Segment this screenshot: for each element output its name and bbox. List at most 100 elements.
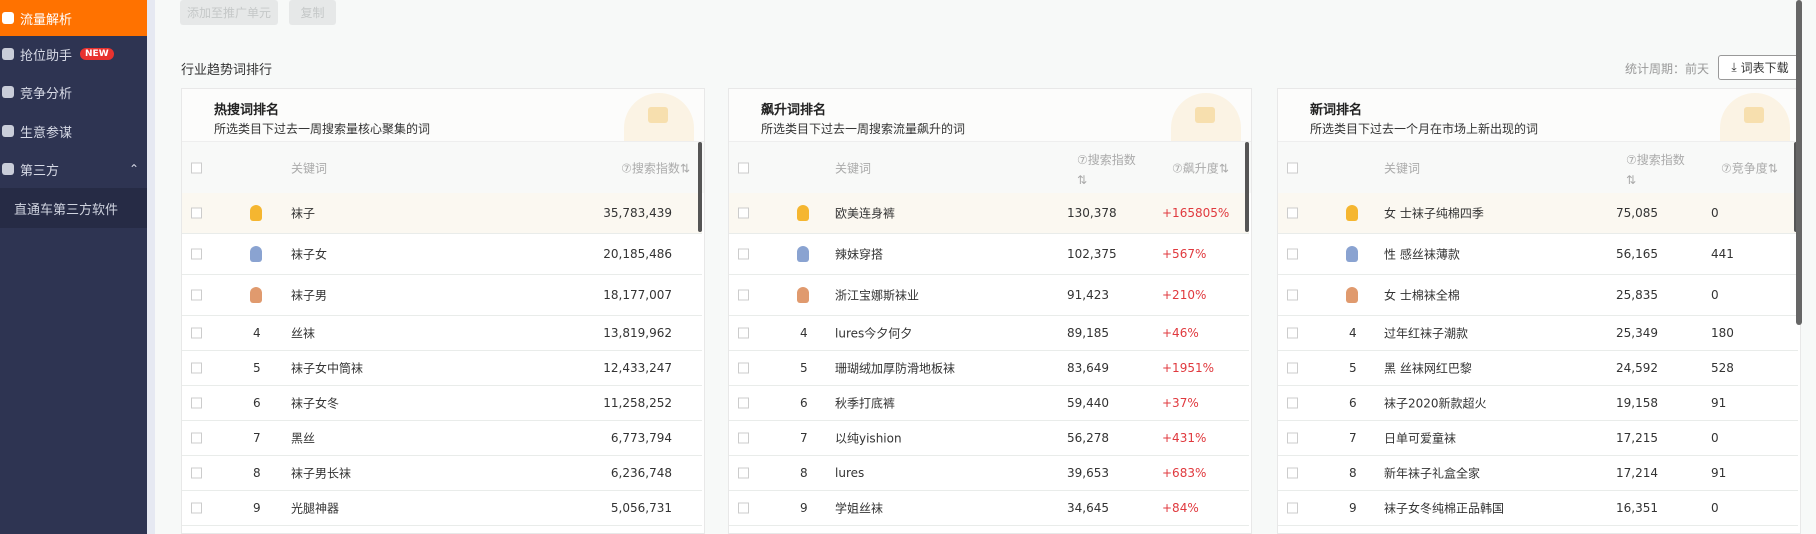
table-row[interactable]: 8 lures 39,653 +683% bbox=[729, 456, 1249, 491]
row-checkbox[interactable] bbox=[738, 432, 749, 444]
row-checkbox[interactable] bbox=[191, 467, 202, 479]
sidebar-item-traffic[interactable]: 流量解析 bbox=[0, 0, 147, 36]
row-checkbox[interactable] bbox=[1287, 502, 1298, 514]
row-checkbox[interactable] bbox=[191, 207, 202, 219]
keyword[interactable]: lures今夕何夕 bbox=[835, 325, 912, 342]
row-checkbox[interactable] bbox=[191, 432, 202, 444]
sidebar-subitem-third-party-software[interactable]: 直通车第三方软件 bbox=[0, 188, 147, 228]
keyword[interactable]: 辣妹穿搭 bbox=[835, 246, 883, 263]
table-row[interactable]: 4 过年红袜子潮款 25,349 180 bbox=[1278, 316, 1798, 351]
row-checkbox[interactable] bbox=[1287, 248, 1298, 260]
keyword[interactable]: 欧美连身裤 bbox=[835, 205, 895, 222]
page-scrollbar[interactable] bbox=[1796, 0, 1802, 325]
row-checkbox[interactable] bbox=[1287, 327, 1298, 339]
select-all-checkbox[interactable] bbox=[191, 162, 202, 173]
table-row[interactable]: 4 丝袜 13,819,962 bbox=[182, 316, 702, 351]
row-checkbox[interactable] bbox=[738, 502, 749, 514]
sidebar-item-business[interactable]: 生意参谋 bbox=[0, 113, 147, 149]
table-row[interactable]: 6 袜子女冬 11,258,252 bbox=[182, 386, 702, 421]
keyword[interactable]: 袜子女冬纯棉正品韩国 bbox=[1384, 500, 1504, 517]
keyword[interactable]: 新年袜子礼盒全家 bbox=[1384, 465, 1480, 482]
keyword[interactable]: 袜子女中筒袜 bbox=[291, 360, 363, 377]
add-to-unit-button[interactable]: 添加至推广单元 bbox=[180, 0, 278, 25]
keyword[interactable]: 黑 丝袜网红巴黎 bbox=[1384, 360, 1472, 377]
header-metric[interactable]: ⑦飙升度⇅ bbox=[1172, 159, 1229, 176]
row-checkbox[interactable] bbox=[191, 327, 202, 339]
header-search-index[interactable]: ⑦搜索指数⇅ bbox=[1626, 150, 1685, 190]
keyword[interactable]: 秋季打底裤 bbox=[835, 395, 895, 412]
table-row[interactable]: 6 袜子2020新款超火 19,158 91 bbox=[1278, 386, 1798, 421]
row-checkbox[interactable] bbox=[1287, 362, 1298, 374]
table-row[interactable]: 袜子女 20,185,486 bbox=[182, 234, 702, 275]
row-checkbox[interactable] bbox=[1287, 207, 1298, 219]
panel-scrollbar[interactable] bbox=[698, 142, 702, 232]
sidebar-item-bid-assistant[interactable]: 抢位助手 NEW bbox=[0, 36, 147, 72]
download-button[interactable]: ⤓ 词表下载 bbox=[1718, 55, 1802, 80]
keyword[interactable]: 丝袜 bbox=[291, 325, 315, 342]
table-row[interactable]: 9 袜子女冬纯棉正品韩国 16,351 0 bbox=[1278, 491, 1798, 526]
keyword[interactable]: 袜子男 bbox=[291, 287, 327, 304]
row-checkbox[interactable] bbox=[191, 502, 202, 514]
table-row[interactable]: 女 士袜子纯棉四季 75,085 0 bbox=[1278, 193, 1798, 234]
keyword[interactable]: 浙江宝娜斯袜业 bbox=[835, 287, 919, 304]
row-checkbox[interactable] bbox=[738, 467, 749, 479]
table-row[interactable]: 9 学姐丝袜 34,645 +84% bbox=[729, 491, 1249, 526]
table-row[interactable]: 8 新年袜子礼盒全家 17,214 91 bbox=[1278, 456, 1798, 491]
header-search-index[interactable]: ⑦搜索指数⇅ bbox=[1077, 150, 1136, 190]
keyword[interactable]: 以纯yishion bbox=[835, 430, 902, 447]
keyword[interactable]: 袜子男长袜 bbox=[291, 465, 351, 482]
keyword[interactable]: 袜子2020新款超火 bbox=[1384, 395, 1487, 412]
keyword[interactable]: 珊瑚绒加厚防滑地板袜 bbox=[835, 360, 955, 377]
keyword[interactable]: 黑丝 bbox=[291, 430, 315, 447]
table-row[interactable]: 5 黑 丝袜网红巴黎 24,592 528 bbox=[1278, 351, 1798, 386]
table-row[interactable]: 6 秋季打底裤 59,440 +37% bbox=[729, 386, 1249, 421]
table-row[interactable]: 7 黑丝 6,773,794 bbox=[182, 421, 702, 456]
panel-scrollbar[interactable] bbox=[1245, 142, 1249, 232]
keyword[interactable]: 性 感丝袜薄款 bbox=[1384, 246, 1460, 263]
row-checkbox[interactable] bbox=[1287, 289, 1298, 301]
table-row[interactable]: 性 感丝袜薄款 56,165 441 bbox=[1278, 234, 1798, 275]
row-checkbox[interactable] bbox=[191, 248, 202, 260]
table-row[interactable]: 7 日单可爱童袜 17,215 0 bbox=[1278, 421, 1798, 456]
row-checkbox[interactable] bbox=[738, 207, 749, 219]
keyword[interactable]: 学姐丝袜 bbox=[835, 500, 883, 517]
table-row[interactable]: 9 光腿神器 5,056,731 bbox=[182, 491, 702, 526]
row-checkbox[interactable] bbox=[738, 327, 749, 339]
row-checkbox[interactable] bbox=[738, 248, 749, 260]
table-row[interactable]: 5 珊瑚绒加厚防滑地板袜 83,649 +1951% bbox=[729, 351, 1249, 386]
sidebar-item-third-party[interactable]: 第三方 ⌃ bbox=[0, 151, 147, 187]
sidebar-item-competition[interactable]: 竞争分析 bbox=[0, 74, 147, 110]
select-all-checkbox[interactable] bbox=[1287, 162, 1298, 173]
table-row[interactable]: 4 lures今夕何夕 89,185 +46% bbox=[729, 316, 1249, 351]
keyword[interactable]: 袜子女冬 bbox=[291, 395, 339, 412]
keyword[interactable]: 袜子女 bbox=[291, 246, 327, 263]
table-row[interactable]: 辣妹穿搭 102,375 +567% bbox=[729, 234, 1249, 275]
table-row[interactable]: 5 袜子女中筒袜 12,433,247 bbox=[182, 351, 702, 386]
row-checkbox[interactable] bbox=[738, 397, 749, 409]
keyword[interactable]: 光腿神器 bbox=[291, 500, 339, 517]
table-row[interactable]: 7 以纯yishion 56,278 +431% bbox=[729, 421, 1249, 456]
row-checkbox[interactable] bbox=[1287, 467, 1298, 479]
row-checkbox[interactable] bbox=[191, 289, 202, 301]
keyword[interactable]: 袜子 bbox=[291, 205, 315, 222]
table-row[interactable]: 欧美连身裤 130,378 +165805% bbox=[729, 193, 1249, 234]
row-checkbox[interactable] bbox=[738, 289, 749, 301]
row-checkbox[interactable] bbox=[1287, 397, 1298, 409]
select-all-checkbox[interactable] bbox=[738, 162, 749, 173]
row-checkbox[interactable] bbox=[191, 362, 202, 374]
keyword[interactable]: 过年红袜子潮款 bbox=[1384, 325, 1468, 342]
keyword[interactable]: lures bbox=[835, 466, 864, 480]
copy-button[interactable]: 复制 bbox=[289, 0, 336, 25]
table-row[interactable]: 8 袜子男长袜 6,236,748 bbox=[182, 456, 702, 491]
row-checkbox[interactable] bbox=[738, 362, 749, 374]
table-row[interactable]: 浙江宝娜斯袜业 91,423 +210% bbox=[729, 275, 1249, 316]
table-row[interactable]: 袜子男 18,177,007 bbox=[182, 275, 702, 316]
keyword[interactable]: 女 士袜子纯棉四季 bbox=[1384, 205, 1484, 222]
header-metric[interactable]: ⑦竞争度⇅ bbox=[1721, 159, 1778, 176]
row-checkbox[interactable] bbox=[191, 397, 202, 409]
keyword[interactable]: 女 士棉袜全棉 bbox=[1384, 287, 1460, 304]
table-row[interactable]: 袜子 35,783,439 bbox=[182, 193, 702, 234]
row-checkbox[interactable] bbox=[1287, 432, 1298, 444]
header-search-index[interactable]: ⑦搜索指数⇅ bbox=[621, 159, 690, 176]
keyword[interactable]: 日单可爱童袜 bbox=[1384, 430, 1456, 447]
